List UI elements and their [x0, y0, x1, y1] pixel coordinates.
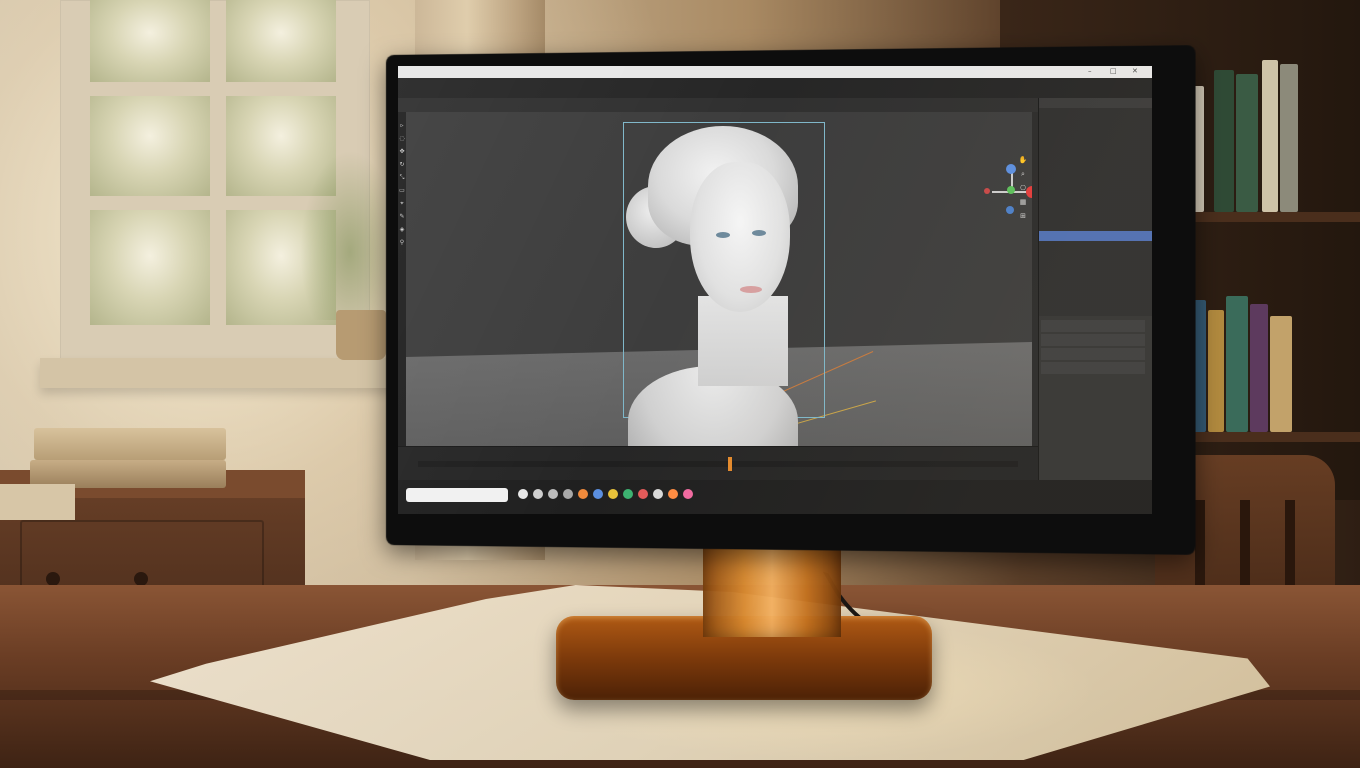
maximize-button[interactable]: □ [1110, 67, 1117, 75]
book [1236, 74, 1258, 212]
timeline-track[interactable] [418, 461, 1018, 467]
book [1262, 60, 1278, 212]
book-stack [34, 428, 226, 460]
taskbar-app-icon[interactable] [518, 489, 528, 499]
window-sill [40, 358, 400, 388]
property-row[interactable] [1041, 334, 1145, 346]
tool-icon[interactable]: ◈ [398, 226, 406, 233]
tool-icon[interactable]: ✥ [398, 148, 406, 155]
book-stack [0, 484, 75, 520]
viewport-nav-tools: ✋ ⌕ ⎔ ▦ ⊞ [1016, 156, 1030, 236]
property-row[interactable] [1041, 362, 1145, 374]
taskbar-search[interactable] [406, 488, 508, 502]
taskbar-app-icon[interactable] [548, 489, 558, 499]
sculpted-bust[interactable] [626, 126, 818, 476]
taskbar-app-icon[interactable] [623, 489, 633, 499]
viewport-tool-icon[interactable]: ⊞ [1016, 212, 1030, 220]
outliner-panel [1038, 98, 1152, 514]
bust-eye [752, 230, 766, 236]
gizmo-neg-x-icon[interactable] [984, 188, 990, 194]
tool-icon[interactable]: ⚲ [398, 239, 406, 246]
outliner-row[interactable] [1039, 176, 1152, 186]
window-pane [90, 210, 210, 325]
gizmo-z-icon[interactable] [1006, 164, 1016, 174]
taskbar-app-icon[interactable] [683, 489, 693, 499]
window-pane [226, 0, 336, 82]
minimize-button[interactable]: – [1088, 67, 1092, 75]
outliner-row[interactable] [1039, 220, 1152, 230]
taskbar-app-icon[interactable] [638, 489, 648, 499]
outliner-row[interactable] [1039, 165, 1152, 175]
bust-lips [740, 286, 762, 293]
window-pane [90, 96, 210, 196]
tool-icon[interactable]: ▭ [398, 187, 406, 194]
taskbar-app-icon[interactable] [608, 489, 618, 499]
outliner-row[interactable] [1039, 121, 1152, 131]
header-toolbar [398, 98, 1038, 112]
outliner-row[interactable] [1039, 253, 1152, 263]
plant [300, 150, 400, 320]
outliner-row[interactable] [1039, 275, 1152, 285]
viewport-tool-icon[interactable]: ⎔ [1016, 184, 1030, 192]
book [1270, 316, 1292, 432]
outliner-row[interactable] [1039, 264, 1152, 274]
taskbar-app-icon[interactable] [593, 489, 603, 499]
left-toolbar: ▹ ◌ ✥ ↻ ⤡ ▭ ⌖ ✎ ◈ ⚲ [398, 112, 406, 492]
outliner-row[interactable] [1039, 187, 1152, 197]
tool-icon[interactable]: ◌ [398, 135, 406, 142]
property-row[interactable] [1041, 348, 1145, 360]
taskbar-app-icon[interactable] [668, 489, 678, 499]
gizmo-neg-z-icon[interactable] [1006, 206, 1014, 214]
outliner-row[interactable] [1039, 198, 1152, 208]
taskbar-app-icon[interactable] [533, 489, 543, 499]
viewport-tool-icon[interactable]: ▦ [1016, 198, 1030, 206]
tool-icon[interactable]: ↻ [398, 161, 406, 168]
book [1250, 304, 1268, 432]
drawer-knob [46, 572, 60, 586]
monitor-screen: – □ ✕ ▹ ◌ ✥ ↻ ⤡ ▭ ⌖ ✎ ◈ ⚲ ✋ ⌕ ⎔ ▦ ⊞ [398, 66, 1152, 514]
viewport-tool-icon[interactable]: ⌕ [1016, 170, 1030, 179]
timeline-playhead[interactable] [728, 457, 732, 471]
tool-icon[interactable]: ✎ [398, 213, 406, 220]
book [1214, 70, 1234, 212]
tool-icon[interactable]: ⤡ [398, 174, 406, 182]
3d-viewport[interactable] [406, 112, 1032, 492]
outliner-row[interactable] [1039, 154, 1152, 164]
drawer-knob [134, 572, 148, 586]
gizmo-y-icon[interactable] [1007, 186, 1015, 194]
taskbar-app-icon[interactable] [653, 489, 663, 499]
outliner-row[interactable] [1039, 132, 1152, 142]
close-button[interactable]: ✕ [1132, 67, 1138, 75]
outliner-header [1039, 98, 1152, 108]
plant-pot [336, 310, 386, 360]
taskbar-app-icon[interactable] [563, 489, 573, 499]
timeline [398, 446, 1038, 481]
outliner-row[interactable] [1039, 110, 1152, 120]
outliner-row[interactable] [1039, 209, 1152, 219]
property-row[interactable] [1041, 320, 1145, 332]
app-titlebar: – □ ✕ [398, 66, 1152, 78]
book [1208, 310, 1224, 432]
book [1280, 64, 1298, 212]
outliner-row[interactable] [1039, 143, 1152, 153]
tool-icon[interactable]: ▹ [398, 122, 406, 129]
outliner-row[interactable] [1039, 242, 1152, 252]
bust-eye [716, 232, 730, 238]
outliner-row[interactable] [1039, 231, 1152, 241]
tool-icon[interactable]: ⌖ [398, 200, 406, 208]
menu-bar [398, 78, 1152, 99]
book [1226, 296, 1248, 432]
window-pane [90, 0, 210, 82]
taskbar-app-icon[interactable] [578, 489, 588, 499]
os-taskbar [398, 480, 1152, 514]
viewport-tool-icon[interactable]: ✋ [1016, 156, 1030, 164]
